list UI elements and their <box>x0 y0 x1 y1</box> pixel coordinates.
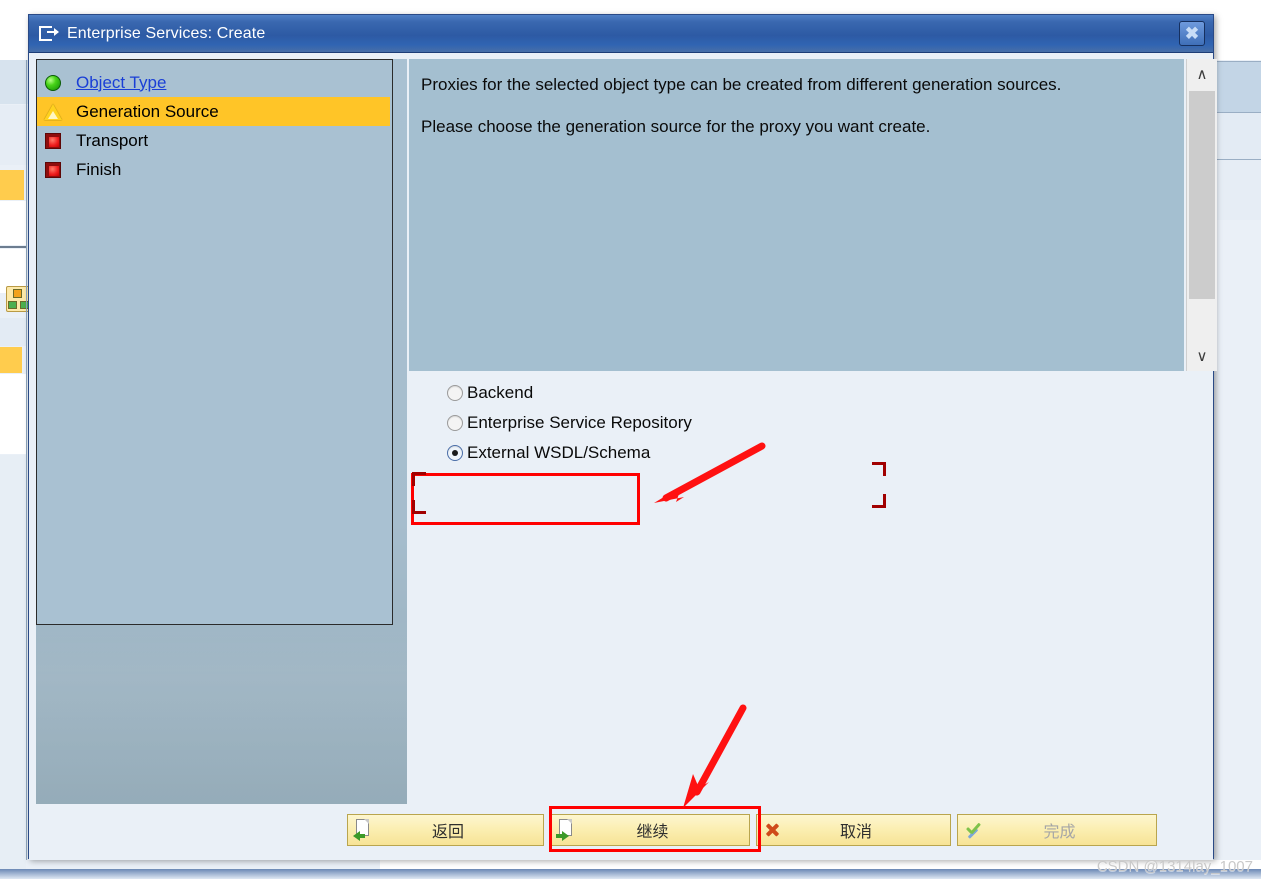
radio-option-backend[interactable]: Backend <box>409 378 1204 408</box>
radio-icon-selected <box>447 445 463 461</box>
roadmap-item-label: Object Type <box>76 72 167 92</box>
bg-left-b <box>0 105 28 165</box>
roadmap-panel: Object Type Generation Source Transport … <box>36 59 407 832</box>
instruction-paragraph-1: Proxies for the selected object type can… <box>421 75 1062 94</box>
cancel-button-label: 取消 <box>839 824 872 841</box>
close-icon[interactable]: ✖ <box>1179 21 1205 46</box>
dialog-body: Object Type Generation Source Transport … <box>29 53 1217 860</box>
dialog-titlebar: Enterprise Services: Create ✖ <box>29 15 1213 53</box>
roadmap-list: Object Type Generation Source Transport … <box>36 59 393 625</box>
bg-left-a <box>0 60 28 104</box>
bg-left-f <box>0 374 26 454</box>
cancel-button[interactable]: 取消 <box>756 814 951 846</box>
screen: Enterprise Services: Create ✖ Object Typ… <box>0 0 1261 879</box>
enterprise-services-create-dialog: Enterprise Services: Create ✖ Object Typ… <box>28 14 1217 860</box>
roadmap-item-object-type[interactable]: Object Type <box>37 68 392 97</box>
green-sphere-icon <box>44 74 62 92</box>
generation-source-options: Backend Enterprise Service Repository Ex… <box>409 378 1204 833</box>
roadmap-item-label: Transport <box>76 130 149 150</box>
yellow-warning-icon <box>44 103 62 121</box>
watermark: CSDN @1314lay_1007 <box>1096 858 1253 875</box>
back-button[interactable]: 返回 <box>347 814 544 846</box>
instruction-paragraph-2: Please choose the generation source for … <box>421 117 931 137</box>
bg-left-highlight-2 <box>0 347 22 373</box>
close-glyph: ✖ <box>1184 24 1200 43</box>
wizard-export-icon <box>39 25 59 43</box>
dialog-footer: 返回 继续 取消 完成 <box>29 804 1213 860</box>
continue-button-label: 继续 <box>636 824 669 841</box>
radio-label: Backend <box>467 383 534 402</box>
radio-icon <box>447 415 463 431</box>
continue-button[interactable]: 继续 <box>550 814 750 846</box>
red-square-icon <box>44 132 62 150</box>
instructions-panel: Proxies for the selected object type can… <box>409 59 1184 371</box>
finish-button: 完成 <box>957 814 1157 846</box>
roadmap-item-label: Finish <box>76 159 122 179</box>
bg-tree-node <box>13 289 22 298</box>
bg-left-c <box>0 201 26 245</box>
radio-icon <box>447 385 463 401</box>
back-button-label: 返回 <box>431 824 464 841</box>
roadmap-item-transport[interactable]: Transport <box>37 126 392 155</box>
scrollbar-thumb[interactable] <box>1189 91 1215 299</box>
red-square-icon <box>44 161 62 179</box>
bg-divider <box>26 60 27 860</box>
bg-tree-leaf <box>8 301 17 309</box>
cancel-x-icon <box>760 815 786 845</box>
bg-bottom-bar <box>0 869 1261 879</box>
roadmap-item-label: Generation Source <box>76 101 219 121</box>
back-doc-icon <box>351 815 377 845</box>
scroll-down-icon[interactable]: ∨ <box>1187 341 1217 371</box>
button-row: 返回 继续 取消 完成 <box>347 814 1163 846</box>
bg-left-e <box>0 318 26 346</box>
roadmap-item-finish[interactable]: Finish <box>37 155 392 184</box>
scroll-up-icon[interactable]: ∧ <box>1187 59 1217 89</box>
finish-button-label: 完成 <box>1043 824 1076 841</box>
dialog-title: Enterprise Services: Create <box>67 24 266 42</box>
continue-doc-icon <box>554 815 580 845</box>
bg-left-highlight-1 <box>0 170 24 200</box>
radio-label: Enterprise Service Repository <box>467 413 692 432</box>
bg-divider <box>0 246 27 248</box>
instructions-scrollbar[interactable]: ∧ ∨ <box>1186 59 1217 371</box>
radio-option-external-wsdl-schema[interactable]: External WSDL/Schema <box>409 438 1204 468</box>
bg-left-g <box>0 455 26 875</box>
roadmap-item-generation-source[interactable]: Generation Source <box>37 97 390 126</box>
finish-check-icon <box>961 815 987 845</box>
radio-label: External WSDL/Schema <box>467 443 651 462</box>
radio-option-enterprise-service-repository[interactable]: Enterprise Service Repository <box>409 408 1204 438</box>
